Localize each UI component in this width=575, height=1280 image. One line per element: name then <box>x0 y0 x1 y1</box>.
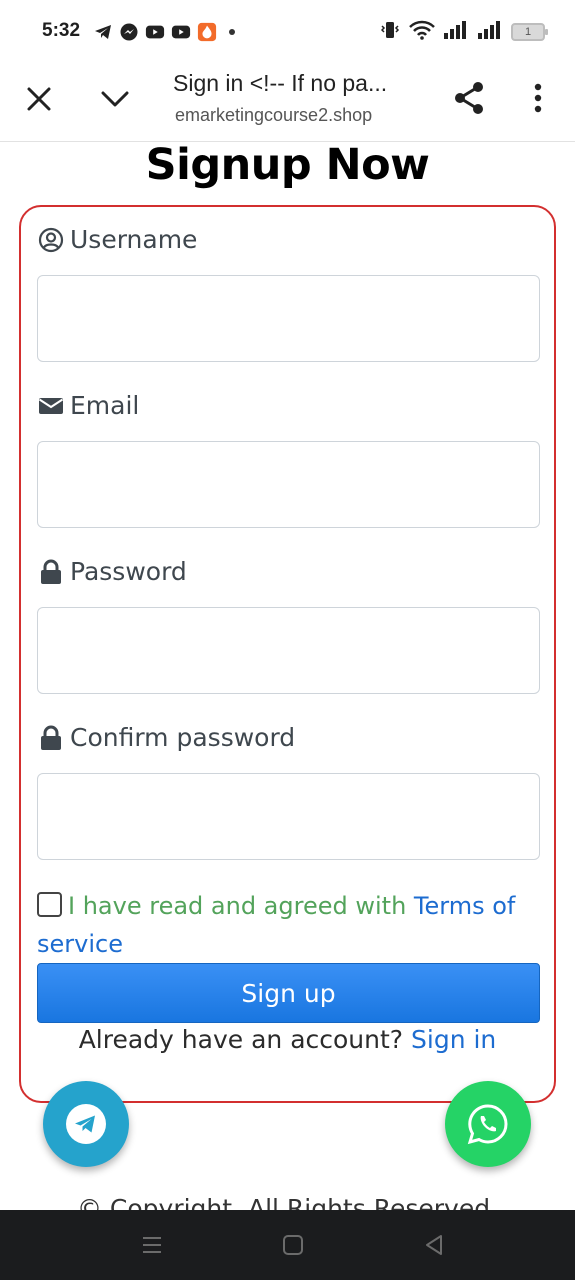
lock-icon <box>38 559 64 585</box>
home-icon[interactable] <box>281 1233 305 1257</box>
telegram-button[interactable] <box>43 1081 129 1167</box>
notification-icons <box>93 22 235 42</box>
already-account-text: Already have an account? <box>78 1025 404 1054</box>
page-title: Signup Now <box>145 140 430 190</box>
email-input[interactable] <box>37 441 540 528</box>
confirm-password-label: Confirm password <box>38 723 295 752</box>
confirm-password-label-text: Confirm password <box>70 723 296 752</box>
copyright-footer: © Copyright. All Rights Reserved. <box>0 1198 575 1210</box>
email-label-text: Email <box>70 391 140 420</box>
page-url[interactable]: emarketingcourse2.shop <box>175 105 372 126</box>
lock-icon <box>38 725 64 751</box>
terms-agreement: I have read and agreed with Terms of ser… <box>37 887 547 963</box>
page-tab-title[interactable]: Sign in <!-- If no pa... <box>173 70 387 97</box>
password-input[interactable] <box>37 607 540 694</box>
username-label-text: Username <box>70 225 198 254</box>
share-icon[interactable] <box>452 80 486 116</box>
terms-checkbox[interactable] <box>37 892 62 917</box>
signal-icon <box>443 20 469 44</box>
signal-icon <box>477 20 503 44</box>
username-label: Username <box>38 225 197 254</box>
system-status-icons: 1 <box>379 20 548 44</box>
battery-icon: 1 <box>511 23 548 41</box>
back-icon[interactable] <box>422 1233 446 1257</box>
more-notifications-dot <box>229 29 235 35</box>
email-label: Email <box>38 391 139 420</box>
already-account-line: Already have an account? Sign in <box>21 1025 554 1054</box>
chevron-down-icon[interactable] <box>98 82 132 116</box>
confirm-password-input[interactable] <box>37 773 540 860</box>
browser-toolbar: Sign in <!-- If no pa... emarketingcours… <box>0 64 575 142</box>
recent-apps-icon[interactable] <box>140 1233 164 1257</box>
terms-text: I have read and agreed with <box>68 892 407 920</box>
system-nav-bar <box>0 1210 575 1280</box>
telegram-notification-icon <box>93 22 113 42</box>
whatsapp-icon <box>467 1104 508 1145</box>
wifi-icon <box>409 20 435 44</box>
vibrate-icon <box>379 20 401 44</box>
more-vert-icon[interactable] <box>527 81 549 115</box>
whatsapp-button[interactable] <box>445 1081 531 1167</box>
user-circle-icon <box>38 227 64 253</box>
status-bar: 5:32 1 <box>0 0 575 64</box>
signin-link[interactable]: Sign in <box>411 1025 496 1054</box>
password-label-text: Password <box>70 557 187 586</box>
envelope-icon <box>38 393 64 419</box>
username-input[interactable] <box>37 275 540 362</box>
close-icon[interactable] <box>22 82 56 116</box>
copyright-text: © Copyright. All Rights Reserved. <box>77 1198 498 1210</box>
app-notification-icon <box>197 22 217 42</box>
battery-level: 1 <box>524 26 532 38</box>
signup-form: Username Email Password Confirm password… <box>19 205 556 1103</box>
signup-button[interactable]: Sign up <box>37 963 540 1023</box>
messenger-notification-icon <box>119 22 139 42</box>
youtube-notification-icon <box>171 22 191 42</box>
youtube-notification-icon <box>145 22 165 42</box>
telegram-icon <box>66 1104 106 1144</box>
status-time: 5:32 <box>42 20 81 41</box>
password-label: Password <box>38 557 187 586</box>
